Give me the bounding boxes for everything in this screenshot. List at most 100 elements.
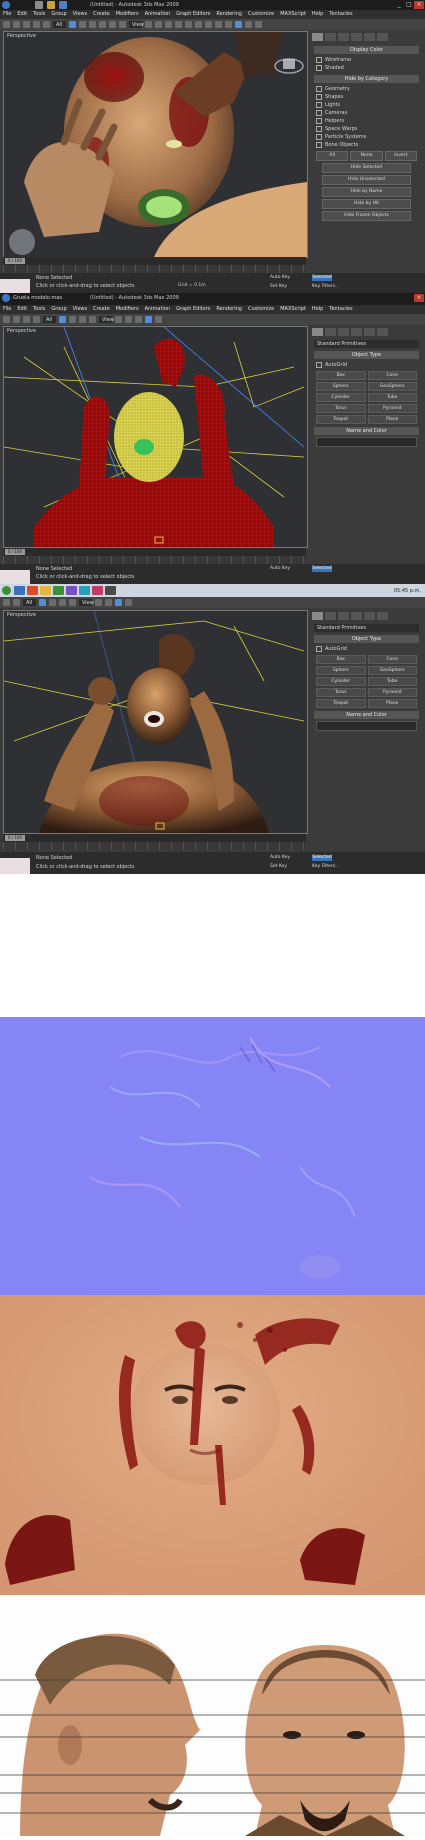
selection-filter-dropdown[interactable]: All — [53, 21, 66, 28]
unlink-icon[interactable] — [33, 316, 40, 323]
auto-key-button[interactable]: Auto Key — [270, 855, 290, 860]
display-tab-icon[interactable] — [364, 612, 375, 620]
sphere-button[interactable]: Sphere — [316, 666, 366, 675]
time-slider-thumb[interactable]: 0 / 100 — [5, 258, 25, 264]
teapot-button[interactable]: Teapot — [316, 699, 366, 708]
menu-modifiers[interactable]: Modifiers — [116, 10, 139, 19]
name-color-rollout[interactable]: Name and Color — [314, 427, 419, 435]
set-key-button[interactable]: Set Key — [270, 864, 287, 869]
modify-tab-icon[interactable] — [325, 612, 336, 620]
select-icon[interactable] — [59, 316, 66, 323]
display-tab-icon[interactable] — [364, 328, 375, 336]
menu-tentacles[interactable]: Tentacles — [329, 305, 352, 314]
curve-editor-icon[interactable] — [215, 21, 222, 28]
menu-animation[interactable]: Animation — [145, 10, 171, 19]
torus-button[interactable]: Torus — [316, 688, 366, 697]
cylinder-button[interactable]: Cylinder — [316, 677, 366, 686]
menu-file[interactable]: File — [3, 10, 11, 19]
viewport-label[interactable]: Perspective — [7, 612, 36, 618]
set-key-button[interactable]: Set Key — [270, 284, 287, 289]
utilities-tab-icon[interactable] — [377, 33, 388, 41]
teapot-button[interactable]: Teapot — [316, 415, 366, 424]
menu-help[interactable]: Help — [312, 10, 323, 19]
maxscript-listener[interactable] — [0, 858, 30, 874]
align-icon[interactable] — [135, 316, 142, 323]
track-bar[interactable] — [3, 265, 306, 273]
select-by-name-icon[interactable] — [79, 21, 86, 28]
snap-icon[interactable] — [155, 21, 162, 28]
viewport-perspective[interactable]: Perspective — [3, 610, 308, 834]
time-slider-thumb[interactable]: 0 / 100 — [5, 549, 25, 555]
tube-button[interactable]: Tube — [367, 393, 417, 402]
material-editor-icon[interactable] — [235, 21, 242, 28]
taskbar-app-icon[interactable] — [105, 586, 116, 595]
redo-icon[interactable] — [13, 599, 20, 606]
hide-by-hit-button[interactable]: Hide by Hit — [322, 199, 411, 209]
undo-icon[interactable] — [3, 316, 10, 323]
hide-particles-checkbox[interactable]: Particle Systems — [316, 133, 417, 141]
view-dropdown[interactable]: View — [79, 599, 94, 606]
link-icon[interactable] — [23, 316, 30, 323]
menu-rendering[interactable]: Rendering — [216, 305, 242, 314]
object-type-rollout[interactable]: Object Type — [314, 635, 419, 643]
snap-icon[interactable] — [95, 599, 102, 606]
scale-icon[interactable] — [69, 599, 76, 606]
motion-tab-icon[interactable] — [351, 328, 362, 336]
hide-cameras-checkbox[interactable]: Cameras — [316, 109, 417, 117]
none-button[interactable]: None — [350, 151, 383, 161]
cone-button[interactable]: Cone — [367, 655, 417, 664]
percent-snap-icon[interactable] — [175, 21, 182, 28]
maxscript-listener[interactable] — [0, 570, 30, 584]
pyramid-button[interactable]: Pyramid — [367, 688, 417, 697]
bind-icon[interactable] — [43, 21, 50, 28]
track-bar[interactable] — [3, 842, 306, 850]
selected-dropdown[interactable]: Selected — [312, 855, 332, 861]
maxscript-listener[interactable] — [0, 279, 30, 293]
hierarchy-tab-icon[interactable] — [338, 328, 349, 336]
menu-modifiers[interactable]: Modifiers — [116, 305, 139, 314]
pivot-icon[interactable] — [145, 21, 152, 28]
time-slider[interactable]: 0 / 100 — [3, 257, 306, 265]
undo-icon[interactable] — [3, 21, 10, 28]
render-icon[interactable] — [155, 316, 162, 323]
menu-animation[interactable]: Animation — [145, 305, 171, 314]
hierarchy-tab-icon[interactable] — [338, 33, 349, 41]
create-tab-icon[interactable] — [312, 328, 323, 336]
taskbar-app-icon[interactable] — [66, 586, 77, 595]
object-name-field[interactable] — [316, 437, 417, 447]
display-color-rollout[interactable]: Display Color — [314, 46, 419, 54]
cone-button[interactable]: Cone — [367, 371, 417, 380]
object-name-field[interactable] — [316, 721, 417, 731]
render-icon[interactable] — [255, 21, 262, 28]
region-icon[interactable] — [89, 21, 96, 28]
menu-customize[interactable]: Customize — [248, 10, 274, 19]
menu-tentacles[interactable]: Tentacles — [329, 10, 352, 19]
box-button[interactable]: Box — [316, 371, 366, 380]
name-color-rollout[interactable]: Name and Color — [314, 711, 419, 719]
shaded-option[interactable]: Shaded — [316, 64, 417, 72]
menu-edit[interactable]: Edit — [17, 305, 27, 314]
selection-filter-dropdown[interactable]: All — [43, 316, 56, 323]
select-icon[interactable] — [69, 21, 76, 28]
maximize-icon[interactable]: □ — [404, 1, 414, 9]
rotate-icon[interactable] — [79, 316, 86, 323]
display-tab-icon[interactable] — [364, 33, 375, 41]
app-icon[interactable] — [2, 1, 10, 9]
start-button-icon[interactable] — [2, 586, 11, 595]
wireframe-option[interactable]: Wireframe — [316, 56, 417, 64]
tube-button[interactable]: Tube — [367, 677, 417, 686]
undo-icon[interactable] — [3, 599, 10, 606]
view-dropdown[interactable]: View — [129, 21, 144, 28]
geosphere-button[interactable]: GeoSphere — [367, 382, 417, 391]
object-type-rollout[interactable]: Object Type — [314, 351, 419, 359]
hide-bones-checkbox[interactable]: Bone Objects — [316, 141, 417, 149]
open-icon[interactable] — [47, 1, 55, 9]
viewport-perspective[interactable]: Perspective — [3, 31, 308, 258]
menu-edit[interactable]: Edit — [17, 10, 27, 19]
scale-icon[interactable] — [119, 21, 126, 28]
hide-helpers-checkbox[interactable]: Helpers — [316, 117, 417, 125]
menu-rendering[interactable]: Rendering — [216, 10, 242, 19]
taskbar-app-icon[interactable] — [27, 586, 38, 595]
menu-views[interactable]: Views — [73, 305, 87, 314]
layer-icon[interactable] — [205, 21, 212, 28]
